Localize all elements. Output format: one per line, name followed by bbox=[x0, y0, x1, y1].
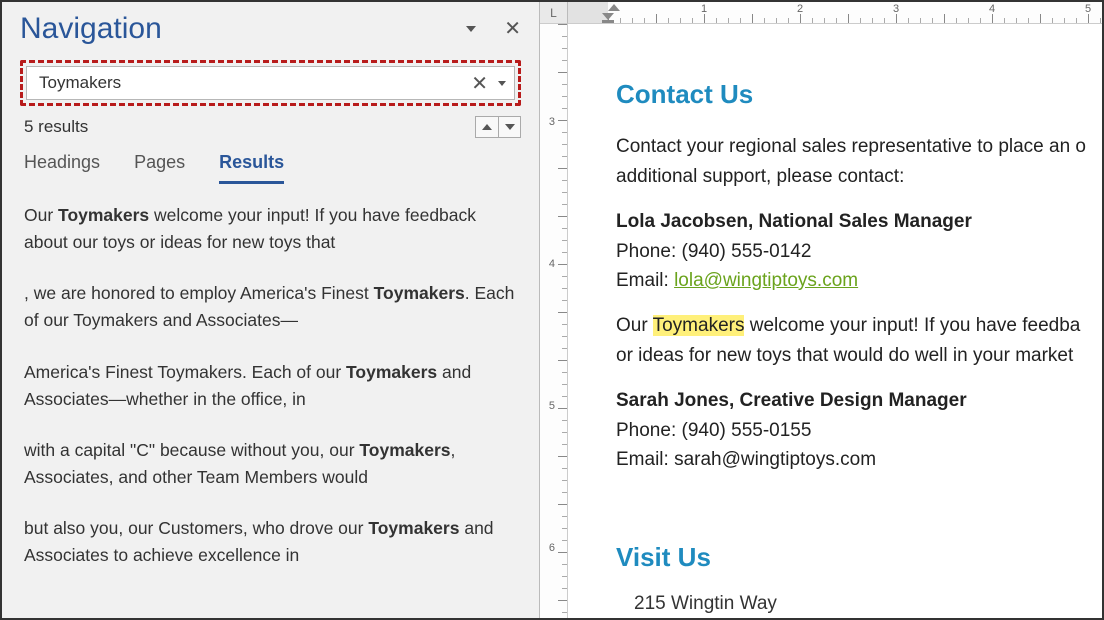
ruler-number: 5 bbox=[549, 400, 555, 412]
address-line-cut: 215 Wingtin Way bbox=[634, 589, 1102, 618]
chevron-up-icon bbox=[482, 124, 492, 130]
horizontal-ruler[interactable]: 1 2 3 4 5 bbox=[568, 2, 1102, 24]
result-match: Toymakers bbox=[374, 283, 465, 303]
email-link[interactable]: lola@wingtiptoys.com bbox=[674, 270, 858, 291]
pane-menu-caret-icon[interactable] bbox=[466, 26, 476, 32]
paragraph: Our Toymakers welcome your input! If you… bbox=[616, 311, 1102, 370]
paragraph: Contact your regional sales representati… bbox=[616, 132, 1102, 191]
vertical-ruler[interactable]: 3 4 5 6 bbox=[540, 24, 568, 618]
contact-email: Email: sarah@wingtiptoys.com bbox=[616, 449, 876, 470]
document-page[interactable]: Contact Us Contact your regional sales r… bbox=[568, 24, 1102, 618]
ruler-number: 4 bbox=[549, 258, 555, 270]
search-options-caret-icon[interactable] bbox=[498, 81, 506, 86]
result-match: Toymakers bbox=[359, 440, 450, 460]
tab-pages[interactable]: Pages bbox=[134, 152, 185, 184]
heading-visit-us: Visit Us bbox=[616, 537, 1102, 577]
results-count: 5 results bbox=[24, 117, 475, 137]
result-match: Toymakers bbox=[346, 362, 437, 382]
result-text: but also you, our Customers, who drove o… bbox=[24, 518, 368, 538]
indent-marker-icon[interactable] bbox=[608, 4, 620, 11]
clear-search-button[interactable]: ✕ bbox=[463, 71, 496, 96]
result-text: Our bbox=[24, 205, 58, 225]
results-summary-row: 5 results bbox=[2, 112, 539, 142]
contact-block: Lola Jacobsen, National Sales Manager Ph… bbox=[616, 207, 1102, 295]
nav-header: Navigation ✕ bbox=[2, 10, 539, 52]
contact-phone: Phone: (940) 555-0142 bbox=[616, 241, 811, 262]
result-match: Toymakers bbox=[58, 205, 149, 225]
results-list: Our Toymakers welcome your input! If you… bbox=[2, 184, 539, 618]
email-label: Email: bbox=[616, 270, 674, 291]
tab-headings[interactable]: Headings bbox=[24, 152, 100, 184]
text: welcome your input! If you have feedba bbox=[744, 315, 1080, 336]
ruler-corner-tab-icon[interactable]: L bbox=[540, 2, 568, 24]
text: additional support, please contact: bbox=[616, 166, 904, 187]
result-item[interactable]: , we are honored to employ America's Fin… bbox=[24, 280, 517, 334]
result-nav-arrows bbox=[475, 116, 521, 138]
result-item[interactable]: with a capital "C" because without you, … bbox=[24, 437, 517, 491]
result-text: America's Finest Toymakers. Each of our bbox=[24, 362, 346, 382]
search-highlight: Toymakers bbox=[653, 315, 745, 336]
next-result-button[interactable] bbox=[498, 117, 520, 137]
contact-name: Lola Jacobsen, National Sales Manager bbox=[616, 211, 972, 232]
document-area: L 1 2 3 4 5 3 4 5 6 Contact Us Contact y… bbox=[540, 2, 1102, 618]
ruler-number: 6 bbox=[549, 542, 555, 554]
prev-result-button[interactable] bbox=[476, 117, 498, 137]
search-input[interactable] bbox=[37, 72, 463, 94]
result-text: with a capital "C" because without you, … bbox=[24, 440, 359, 460]
chevron-down-icon bbox=[505, 124, 515, 130]
contact-block: Sarah Jones, Creative Design Manager Pho… bbox=[616, 386, 1102, 474]
text: Contact your regional sales representati… bbox=[616, 136, 1086, 157]
search-box[interactable]: ✕ bbox=[26, 66, 515, 100]
close-pane-button[interactable]: ✕ bbox=[504, 19, 521, 39]
search-highlight-box: ✕ bbox=[20, 60, 521, 106]
heading-contact-us: Contact Us bbox=[616, 74, 1102, 114]
text: or ideas for new toys that would do well… bbox=[616, 345, 1073, 366]
result-match: Toymakers bbox=[368, 518, 459, 538]
nav-tabs: Headings Pages Results bbox=[2, 142, 539, 184]
text: Our bbox=[616, 315, 653, 336]
result-text: , we are honored to employ America's Fin… bbox=[24, 283, 374, 303]
contact-name: Sarah Jones, Creative Design Manager bbox=[616, 390, 967, 411]
contact-phone: Phone: (940) 555-0155 bbox=[616, 420, 811, 441]
navigation-pane: Navigation ✕ ✕ 5 results Headings Pages bbox=[2, 2, 540, 618]
result-item[interactable]: but also you, our Customers, who drove o… bbox=[24, 515, 517, 569]
ruler-number: 3 bbox=[549, 116, 555, 128]
result-item[interactable]: Our Toymakers welcome your input! If you… bbox=[24, 202, 517, 256]
result-item[interactable]: America's Finest Toymakers. Each of our … bbox=[24, 359, 517, 413]
nav-title: Navigation bbox=[20, 12, 466, 46]
tab-results[interactable]: Results bbox=[219, 152, 284, 184]
